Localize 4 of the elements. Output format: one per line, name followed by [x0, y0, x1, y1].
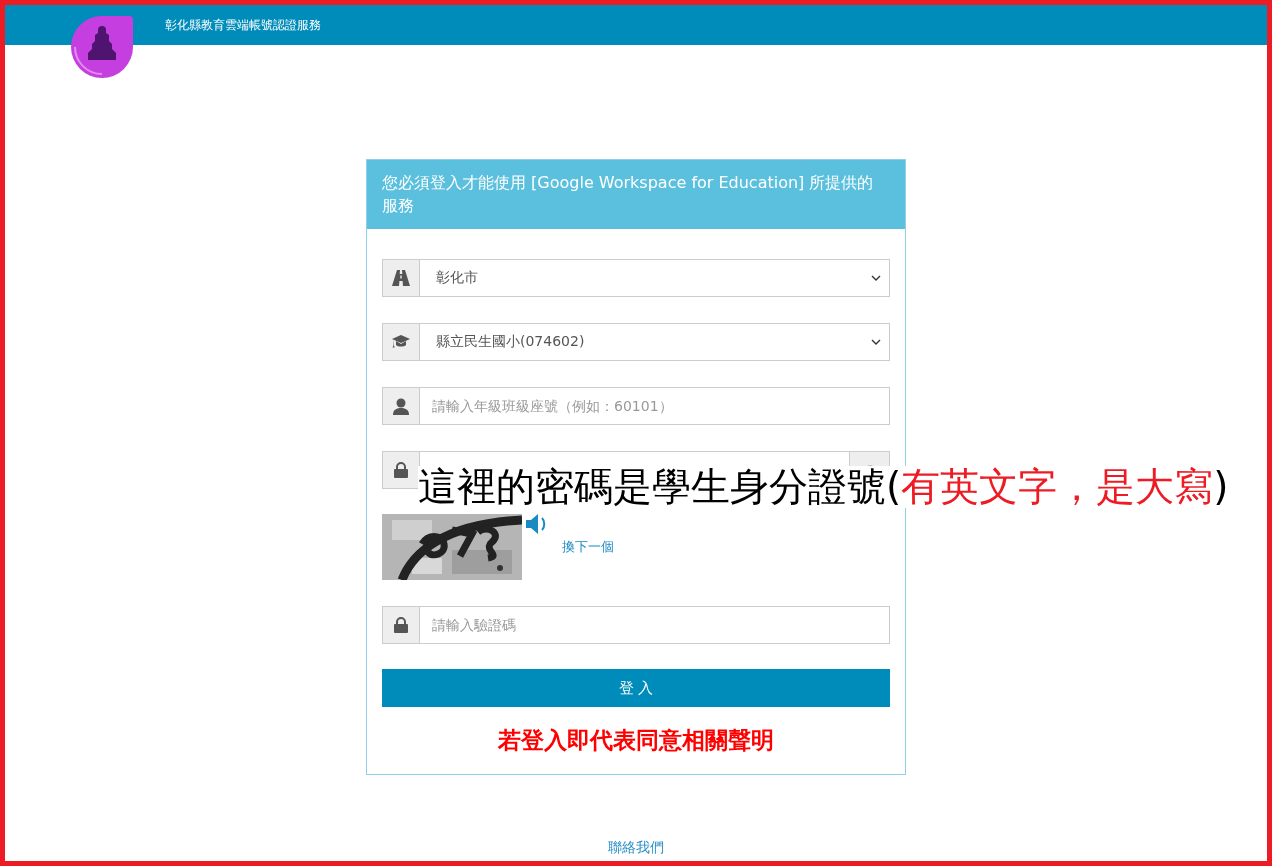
annotation-tooltip: 這裡的密碼是學生身分證號(有英文字，是大寫): [418, 466, 1229, 508]
site-title: 彰化縣教育雲端帳號認證服務: [165, 18, 321, 32]
consent-notice: 若登入即代表同意相關聲明: [497, 726, 775, 755]
card-heading: 您必須登入才能使用 [Google Workspace for Education] 所提供的服務: [367, 160, 905, 229]
